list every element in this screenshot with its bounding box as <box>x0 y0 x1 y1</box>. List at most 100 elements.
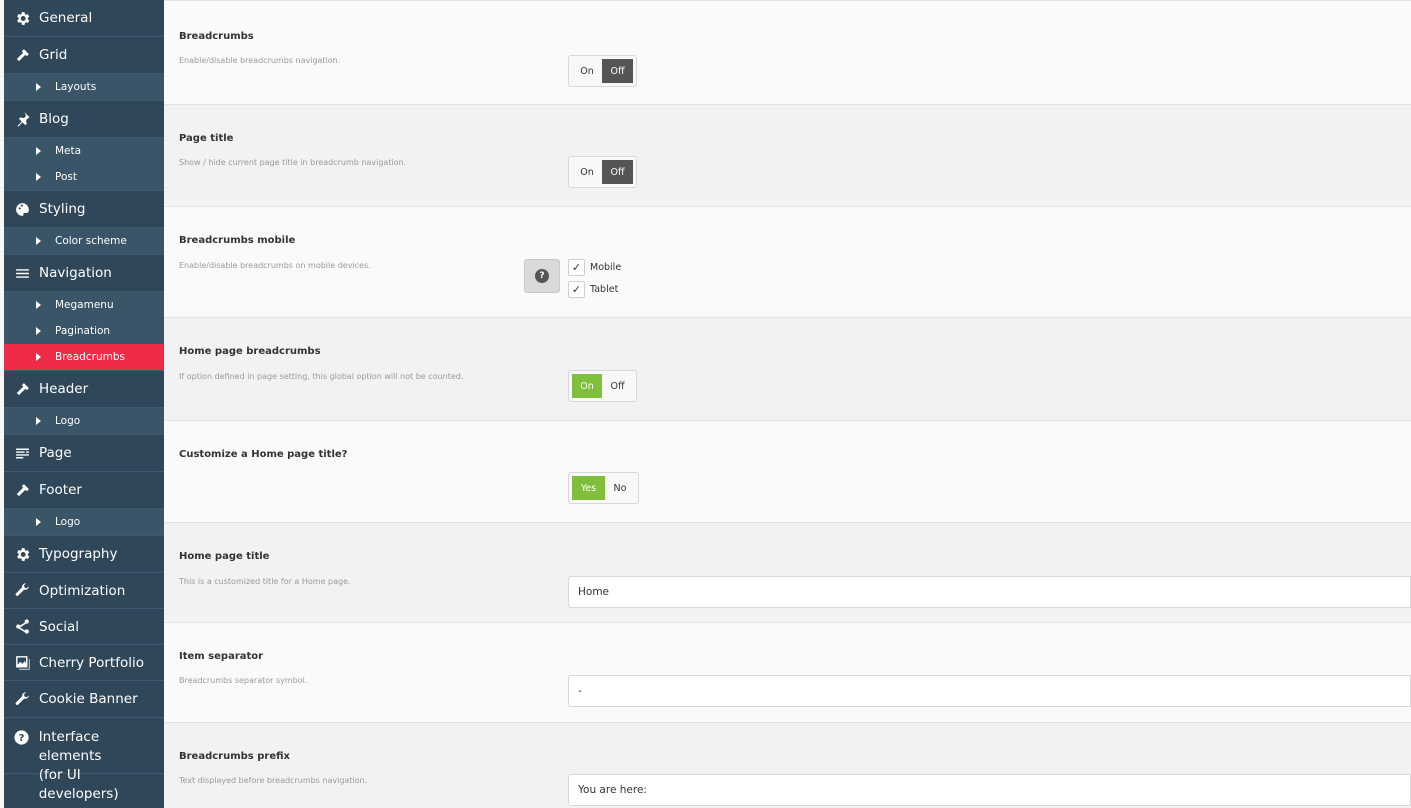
toggle-on-option[interactable]: On <box>572 59 602 83</box>
sidebar-subitem-label: Layouts <box>55 81 97 93</box>
sidebar-subitem-label: Meta <box>55 145 82 157</box>
setting-breadcrumbs: Breadcrumbs Enable/disable breadcrumbs n… <box>164 0 1411 105</box>
toggle-yes-option[interactable]: Yes <box>572 476 605 500</box>
checkbox-label: Mobile <box>590 262 622 273</box>
setting-title: Item separator <box>179 651 264 662</box>
setting-page-title: Page title Show / hide current page titl… <box>164 105 1411 207</box>
sidebar-subitem-meta[interactable]: Meta <box>4 138 164 164</box>
sidebar-subitem-breadcrumbs[interactable]: Breadcrumbs <box>4 344 173 370</box>
sidebar-item-label: Page <box>39 445 72 461</box>
caret-right-icon <box>36 518 41 526</box>
sidebar-item-general[interactable]: General <box>4 0 164 37</box>
tablet-checkbox[interactable]: ✓ Tablet <box>568 281 618 298</box>
sidebar-item-label: Footer <box>39 482 82 498</box>
check-icon: ✓ <box>568 281 585 298</box>
question-icon: ? <box>13 728 31 746</box>
check-icon: ✓ <box>568 259 585 276</box>
setting-title: Breadcrumbs prefix <box>179 751 290 762</box>
home-breadcrumbs-toggle[interactable]: On Off <box>568 370 637 402</box>
setting-item-separator: Item separator Breadcrumbs separator sym… <box>164 623 1411 723</box>
toggle-off-option[interactable]: Off <box>602 160 633 184</box>
page-icon <box>13 444 31 462</box>
pin-icon <box>13 110 31 128</box>
sidebar-item-interface-elements[interactable]: ? Interface elements (for UI developers) <box>4 718 164 802</box>
sidebar-subitem-label: Megamenu <box>55 299 114 311</box>
hammer-icon <box>13 46 31 64</box>
setting-title: Customize a Home page title? <box>179 449 348 460</box>
item-separator-input[interactable]: - <box>568 675 1411 707</box>
sidebar-subitem-label: Post <box>55 171 77 183</box>
sidebar-item-cookie-banner[interactable]: Cookie Banner <box>4 681 164 718</box>
sidebar-item-navigation[interactable]: Navigation <box>4 255 164 292</box>
menu-icon <box>13 264 31 282</box>
sidebar-subitem-layouts[interactable]: Layouts <box>4 74 164 100</box>
setting-title: Home page title <box>179 551 270 562</box>
customize-home-title-toggle[interactable]: Yes No <box>568 472 639 504</box>
caret-right-icon <box>36 173 41 181</box>
sidebar-item-label: Grid <box>39 47 68 63</box>
home-page-title-input[interactable]: Home <box>568 576 1411 608</box>
sidebar-subitem-label: Logo <box>55 516 81 528</box>
gear-icon <box>13 545 31 563</box>
hammer-icon <box>13 380 31 398</box>
breadcrumbs-toggle[interactable]: On Off <box>568 55 637 87</box>
sidebar-subitem-color-scheme[interactable]: Color scheme <box>4 228 164 254</box>
setting-title: Breadcrumbs mobile <box>179 235 296 246</box>
sidebar-item-blog[interactable]: Blog <box>4 101 164 138</box>
toggle-off-option[interactable]: Off <box>602 374 633 398</box>
setting-customize-home-title: Customize a Home page title? Yes No <box>164 421 1411 523</box>
sidebar-subitem-footer-logo[interactable]: Logo <box>4 509 164 535</box>
sidebar-item-label: Social <box>39 618 80 635</box>
sidebar-subitem-post[interactable]: Post <box>4 164 164 190</box>
setting-description: Enable/disable breadcrumbs on mobile dev… <box>179 261 371 270</box>
checkbox-label: Tablet <box>590 284 619 295</box>
toggle-off-option[interactable]: Off <box>602 59 633 83</box>
setting-description: Enable/disable breadcrumbs navigation. <box>179 56 341 65</box>
mobile-checkbox[interactable]: ✓ Mobile <box>568 259 621 276</box>
settings-panel: Breadcrumbs Enable/disable breadcrumbs n… <box>164 0 1411 808</box>
question-icon: ? <box>535 269 549 283</box>
sidebar-item-grid[interactable]: Grid <box>4 37 164 74</box>
wrench-icon <box>13 582 31 600</box>
setting-description: If option defined in page setting, this … <box>179 372 464 381</box>
sidebar-subitem-pagination[interactable]: Pagination <box>4 318 164 344</box>
toggle-no-option[interactable]: No <box>605 476 635 500</box>
breadcrumbs-prefix-input[interactable]: You are here: <box>568 774 1411 806</box>
caret-right-icon <box>36 83 41 91</box>
sidebar-subitem-label: Color scheme <box>55 235 127 247</box>
caret-right-icon <box>36 353 41 361</box>
caret-right-icon <box>36 417 41 425</box>
sidebar-subitem-label: Breadcrumbs <box>55 351 125 363</box>
sidebar-item-label: Styling <box>39 201 86 217</box>
share-icon <box>13 618 31 636</box>
sidebar-item-label: Blog <box>39 111 69 127</box>
svg-text:?: ? <box>19 733 25 744</box>
sidebar-subitem-megamenu[interactable]: Megamenu <box>4 292 164 318</box>
sidebar-item-label: Navigation <box>39 265 112 281</box>
toggle-on-option[interactable]: On <box>572 374 602 398</box>
sidebar-item-page[interactable]: Page <box>4 435 164 472</box>
sidebar-item-footer[interactable]: Footer <box>4 472 164 509</box>
setting-breadcrumbs-mobile: Breadcrumbs mobile Enable/disable breadc… <box>164 207 1411 318</box>
gallery-icon <box>13 654 31 672</box>
sidebar-item-styling[interactable]: Styling <box>4 191 164 228</box>
sidebar-item-label: Cherry Portfolio <box>39 654 144 671</box>
setting-home-page-breadcrumbs: Home page breadcrumbs If option defined … <box>164 318 1411 421</box>
sidebar-subitem-header-logo[interactable]: Logo <box>4 408 164 434</box>
caret-right-icon <box>36 147 41 155</box>
caret-right-icon <box>36 301 41 309</box>
sidebar-item-label: Interface elements (for UI developers) <box>38 729 119 802</box>
sidebar-item-typography[interactable]: Typography <box>4 536 164 573</box>
sidebar-subitem-label: Pagination <box>55 325 111 337</box>
sidebar-item-label: Typography <box>39 546 118 562</box>
caret-right-icon <box>36 237 41 245</box>
sidebar-item-cherry-portfolio[interactable]: Cherry Portfolio <box>4 645 164 681</box>
sidebar-item-social[interactable]: Social <box>4 609 164 645</box>
sidebar-item-optimization[interactable]: Optimization <box>4 573 164 609</box>
page-title-toggle[interactable]: On Off <box>568 156 637 188</box>
sidebar-item-label: Header <box>39 381 89 397</box>
toggle-on-option[interactable]: On <box>572 160 602 184</box>
sidebar-item-header[interactable]: Header <box>4 371 164 408</box>
setting-description: This is a customized title for a Home pa… <box>179 577 351 586</box>
help-button[interactable]: ? <box>524 259 560 293</box>
